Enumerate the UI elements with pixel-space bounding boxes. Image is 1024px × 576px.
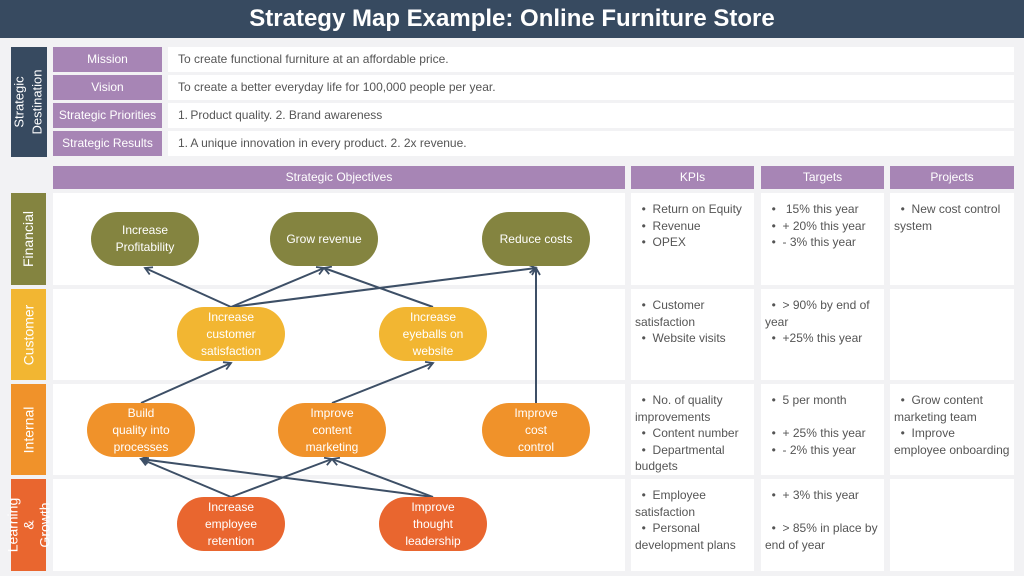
objective-label: Increase eyeballs on website [402,309,464,358]
objective-label: Reduce costs [499,231,573,246]
objective-label: Improve cost control [514,405,558,454]
link-arrow [143,266,232,308]
objective-node[interactable]: Increase eyeballs on website [379,307,487,361]
objective-label: Increase customer satisfaction [200,309,262,358]
arrows-layer [139,264,541,498]
objective-node[interactable]: Grow revenue [270,212,378,266]
objective-label: Grow revenue [286,231,362,246]
objective-label: Improve thought leadership [405,499,461,548]
objective-node[interactable]: Improve thought leadership [379,497,487,551]
objective-node[interactable]: Increase Profitability [91,212,199,266]
objective-node[interactable]: Improve content marketing [278,403,386,457]
objective-node[interactable]: Reduce costs [482,212,590,266]
objective-label: Increase Profitability [115,223,175,254]
objective-label: Improve content marketing [305,405,359,454]
objective-node[interactable]: Build quality into processes [87,403,195,457]
objective-node[interactable]: Increase employee retention [177,497,285,551]
objective-node[interactable]: Improve cost control [482,403,590,457]
link-arrow [322,265,434,308]
link-arrow [331,360,435,404]
link-arrow [140,361,233,404]
objective-label: Increase employee retention [204,499,258,548]
objective-label: Build quality into processes [112,405,170,454]
objective-node[interactable]: Increase customer satisfaction [177,307,285,361]
